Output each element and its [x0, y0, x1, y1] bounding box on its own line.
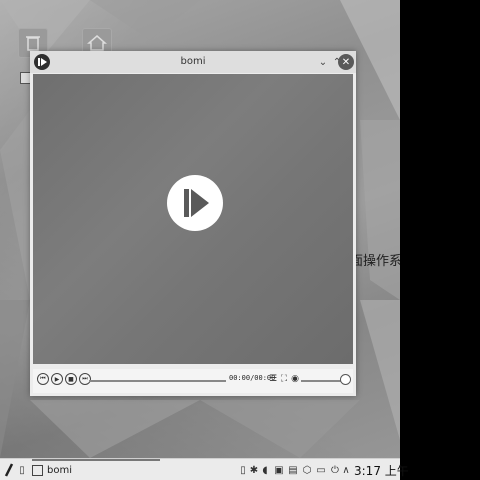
volume-tray-icon[interactable]: ◖: [260, 463, 270, 477]
volume-icon: ◉: [291, 374, 299, 384]
play-button[interactable]: ▶: [51, 373, 63, 385]
volume-knob[interactable]: [340, 374, 351, 385]
play-icon: ▶: [54, 375, 60, 383]
start-logo-icon: [4, 463, 14, 477]
stop-button[interactable]: ■: [65, 373, 77, 385]
fullscreen-icon: ⛶: [280, 374, 288, 384]
close-button[interactable]: ✕: [338, 54, 354, 70]
play-logo-icon: [38, 58, 47, 66]
bluetooth-icon[interactable]: ✱: [249, 463, 259, 477]
clipboard-icon[interactable]: ▯: [238, 463, 248, 477]
network-icon[interactable]: ▣: [272, 463, 286, 477]
playback-controls: ⏮ ▶ ■ ⏭ 00:00/00:00 ☰ ⛶ ◉: [33, 369, 353, 393]
app-logo-icon[interactable]: [34, 54, 50, 70]
bomi-task-icon: [32, 464, 43, 476]
video-area[interactable]: [33, 74, 353, 364]
previous-button[interactable]: ⏮: [37, 373, 49, 385]
next-button[interactable]: ⏭: [79, 373, 91, 385]
show-desktop-icon: ▯: [19, 464, 25, 476]
taskbar: ▯ bomi ▯ ✱ ◖ ▣ ▤ ⬡ ▭ ⏻ ∧ 3:17 上午: [0, 458, 409, 480]
files-icon[interactable]: ▤: [287, 463, 299, 477]
clock[interactable]: 3:17 上午: [354, 462, 409, 479]
volume-slider[interactable]: [301, 380, 343, 382]
previous-icon: ⏮: [40, 375, 46, 382]
display-icon[interactable]: ▭: [315, 463, 327, 477]
stop-icon: ■: [68, 375, 74, 383]
seek-bar[interactable]: [89, 380, 226, 382]
playlist-icon: ☰: [268, 374, 278, 384]
show-desktop-button[interactable]: ▯: [16, 463, 28, 477]
next-icon: ⏭: [82, 375, 88, 382]
taskbar-active-indicator: [32, 459, 160, 461]
desktop-side-text: 面操作系统: [350, 254, 400, 269]
start-menu-button[interactable]: [2, 463, 16, 477]
title-bar[interactable]: bomi ⌄ ⌃ ✕: [30, 51, 356, 73]
taskbar-item-bomi[interactable]: bomi: [32, 462, 72, 478]
bomi-logo-icon: [167, 175, 223, 231]
taskbar-item-label: bomi: [47, 464, 72, 476]
tray-expand-icon[interactable]: ∧: [341, 463, 351, 477]
player-window: bomi ⌄ ⌃ ✕ ⏮ ▶ ■ ⏭ 00:00/00:00 ☰ ⛶ ◉: [30, 51, 356, 396]
window-title: bomi: [180, 56, 206, 67]
volume-button[interactable]: ◉: [289, 373, 301, 385]
power-icon[interactable]: ⏻: [329, 463, 341, 477]
shield-icon[interactable]: ⬡: [301, 463, 313, 477]
